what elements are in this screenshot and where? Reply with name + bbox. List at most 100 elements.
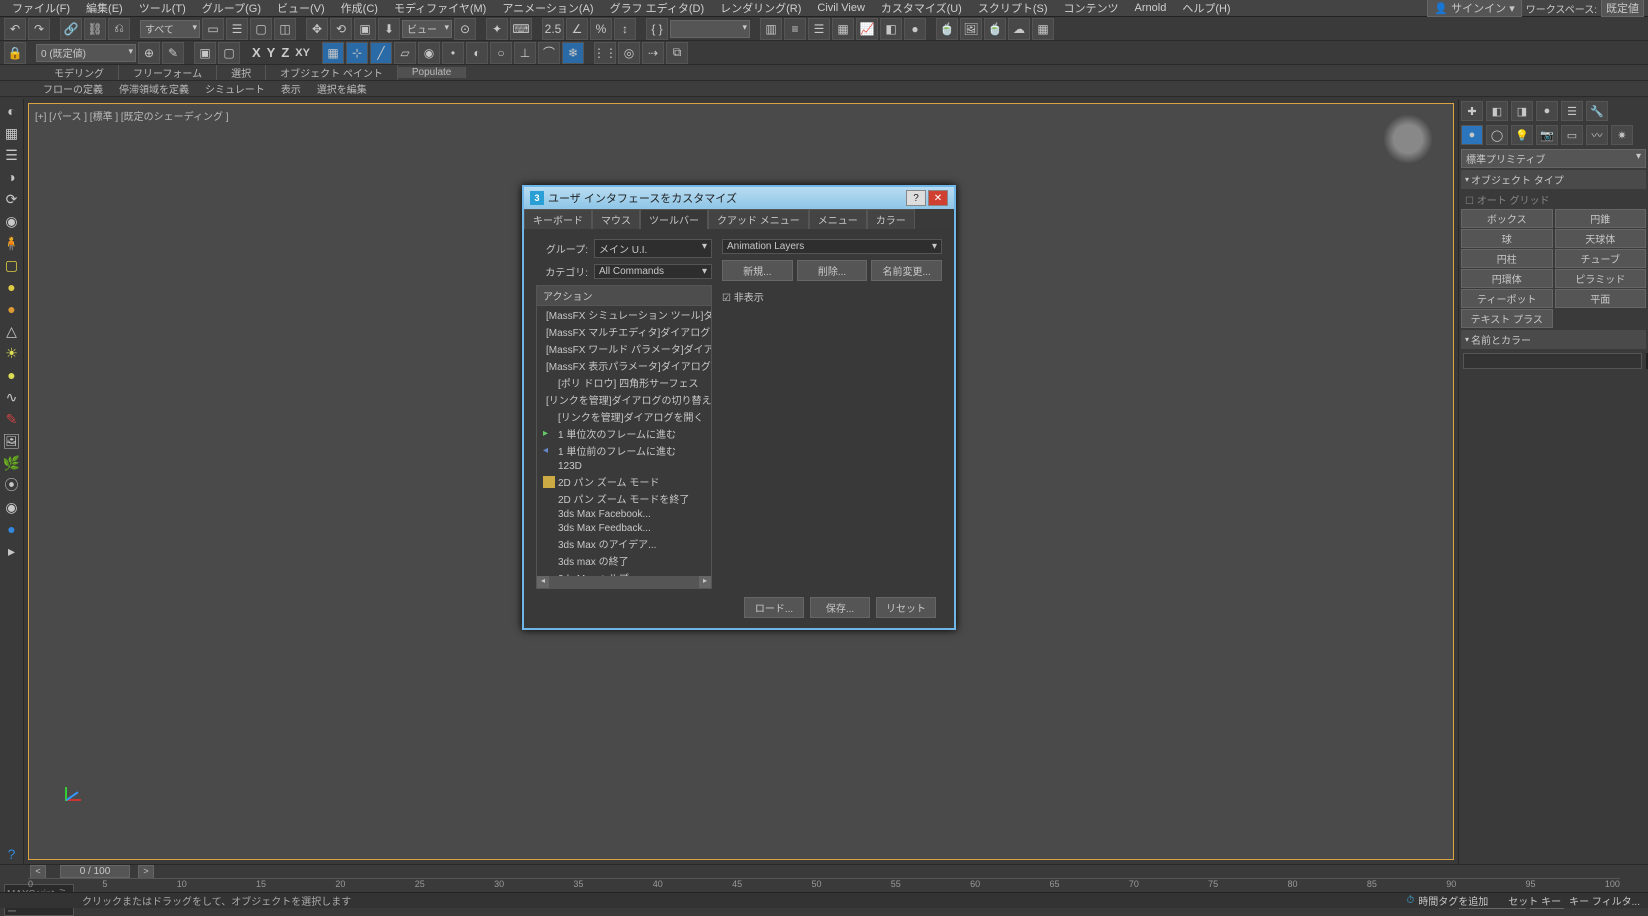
ribbon-tab-populate[interactable]: Populate	[398, 67, 466, 78]
cmd-display-button[interactable]: ☰	[1561, 101, 1583, 121]
time-slider[interactable]: < 0 / 100 >	[0, 865, 1648, 878]
action-list-item[interactable]: 2D パン ズーム モード	[537, 473, 711, 490]
prim-teapot-button[interactable]: ティーポット	[1461, 289, 1553, 308]
snap-vertex-button[interactable]: ⊹	[346, 42, 368, 64]
signin-button[interactable]: 👤 サインイン ▾	[1427, 0, 1521, 17]
menu-modifiers[interactable]: モディファイヤ(M)	[386, 0, 494, 16]
keyfilter-button[interactable]: キー フィルタ...	[1569, 893, 1640, 908]
render-production-button[interactable]: 🍵	[984, 18, 1006, 40]
dlg-tab-menus[interactable]: メニュー	[809, 209, 867, 229]
action-list-item[interactable]: 3ds Max Facebook...	[537, 507, 711, 521]
left-icon-8[interactable]: ▢	[2, 255, 22, 275]
select-manipulate-button[interactable]: ✦	[486, 18, 508, 40]
left-icon-15[interactable]: ✎	[2, 409, 22, 429]
menu-rendering[interactable]: レンダリング(R)	[712, 0, 809, 16]
timetag-icon[interactable]: ⏱	[1406, 895, 1414, 906]
action-list-item[interactable]: [ポリ ドロウ] 四角形サーフェス	[537, 374, 711, 391]
action-list-item[interactable]: ▸1 単位次のフレームに進む	[537, 425, 711, 442]
autogrid-checkbox[interactable]: ☐ オート グリッド	[1461, 191, 1646, 208]
category-dropdown[interactable]: All Commands	[594, 264, 712, 279]
prim-geosphere-button[interactable]: 天球体	[1555, 229, 1647, 248]
left-icon-4[interactable]: ◑	[2, 167, 22, 187]
ribbon-tab-freeform[interactable]: フリーフォーム	[119, 65, 217, 80]
snap-frozen-button[interactable]: ❄	[562, 42, 584, 64]
action-list-item[interactable]: [MassFX シミュレーション ツール]ダイア...	[537, 306, 711, 323]
cmd-hierarchy-button[interactable]: ◨	[1511, 101, 1533, 121]
rendered-frame-button[interactable]: 🖼	[960, 18, 982, 40]
ribbon-tab-modeling[interactable]: モデリング	[40, 65, 119, 80]
name-color-rollout[interactable]: 名前とカラー	[1461, 330, 1646, 349]
left-icon-11[interactable]: △	[2, 321, 22, 341]
dlg-tab-toolbars[interactable]: ツールバー	[640, 209, 708, 229]
cmd-lights-button[interactable]: 💡	[1511, 125, 1533, 145]
select-region-button[interactable]: ▢	[250, 18, 272, 40]
action-list-item[interactable]: 3ds Max Feedback...	[537, 521, 711, 535]
snap-tangent-button[interactable]: ⌒	[538, 42, 560, 64]
toggle-ribbon-button[interactable]: ▦	[832, 18, 854, 40]
menu-tools[interactable]: ツール(T)	[131, 0, 194, 16]
help-icon[interactable]: ?	[2, 844, 22, 864]
dlg-tab-colors[interactable]: カラー	[867, 209, 915, 229]
use-pivot-button[interactable]: ⊙	[454, 18, 476, 40]
select-place-button[interactable]: ⬇	[378, 18, 400, 40]
named-selection-dropdown[interactable]	[670, 20, 750, 38]
cmd-spacewarps-button[interactable]: 〰	[1586, 125, 1608, 145]
setkey-button[interactable]: セット キー	[1508, 893, 1561, 908]
cmd-modify-button[interactable]: ◧	[1486, 101, 1508, 121]
left-icon-5[interactable]: ⟳	[2, 189, 22, 209]
menu-file[interactable]: ファイル(F)	[4, 0, 78, 16]
cmd-geometry-button[interactable]: ●	[1461, 125, 1483, 145]
mirror-button[interactable]: ▥	[760, 18, 782, 40]
left-icon-13[interactable]: ●	[2, 365, 22, 385]
left-icon-7[interactable]: 🧍	[2, 233, 22, 253]
open-a360-button[interactable]: ▦	[1032, 18, 1054, 40]
menu-group[interactable]: グループ(G)	[194, 0, 269, 16]
edit-pivot-button[interactable]: ✎	[162, 42, 184, 64]
action-list-item[interactable]: 3ds max の終了	[537, 552, 711, 569]
spacing-button[interactable]: ⇢	[642, 42, 664, 64]
material-editor-button[interactable]: ●	[904, 18, 926, 40]
menu-animation[interactable]: アニメーション(A)	[494, 0, 601, 16]
unlink-button[interactable]: ⛓	[84, 18, 106, 40]
rename-button[interactable]: 名前変更...	[871, 260, 942, 281]
menu-view[interactable]: ビュー(V)	[269, 0, 333, 16]
target-toolbar-dropdown[interactable]: Animation Layers	[722, 239, 942, 254]
action-list-item[interactable]: ◂1 単位前のフレームに進む	[537, 442, 711, 459]
left-icon-6[interactable]: ◉	[2, 211, 22, 231]
working-pivot-dropdown[interactable]: 0 (既定値)	[36, 44, 136, 62]
cmd-utilities-button[interactable]: 🔧	[1586, 101, 1608, 121]
snap-center-button[interactable]: ○	[490, 42, 512, 64]
viewcube[interactable]	[1383, 114, 1433, 164]
menu-edit[interactable]: 編集(E)	[78, 0, 131, 16]
prim-tube-button[interactable]: チューブ	[1555, 249, 1647, 268]
cmd-cameras-button[interactable]: 📷	[1536, 125, 1558, 145]
left-icon-3[interactable]: ☰	[2, 145, 22, 165]
hide-checkbox[interactable]: ☑ 非表示	[722, 287, 942, 306]
action-list-item[interactable]: 123D	[537, 459, 711, 473]
prim-plane-button[interactable]: 平面	[1555, 289, 1647, 308]
timetag-label[interactable]: 時間タグを追加	[1418, 893, 1488, 908]
prim-sphere-button[interactable]: 球	[1461, 229, 1553, 248]
ribbon-sub-editsel[interactable]: 選択を編集	[309, 81, 375, 96]
menu-arnold[interactable]: Arnold	[1127, 2, 1175, 14]
link-button[interactable]: 🔗	[60, 18, 82, 40]
select-rotate-button[interactable]: ⟲	[330, 18, 352, 40]
axis-z-label[interactable]: Z	[279, 45, 291, 60]
load-button[interactable]: ロード...	[744, 597, 804, 618]
ribbon-tab-objectpaint[interactable]: オブジェクト ペイント	[266, 65, 398, 80]
axis-x-label[interactable]: X	[250, 45, 263, 60]
dlg-tab-quads[interactable]: クアッド メニュー	[708, 209, 809, 229]
left-icon-19[interactable]: ◉	[2, 497, 22, 517]
prim-box-button[interactable]: ボックス	[1461, 209, 1553, 228]
select-object-button[interactable]: ▭	[202, 18, 224, 40]
snap-midpoint-button[interactable]: ◐	[466, 42, 488, 64]
delete-button[interactable]: 削除...	[797, 260, 868, 281]
prim-torus-button[interactable]: 円環体	[1461, 269, 1553, 288]
menu-grapheditors[interactable]: グラフ エディタ(D)	[602, 0, 713, 16]
axis-y-label[interactable]: Y	[265, 45, 278, 60]
action-list-item[interactable]: 3ds Max のアイデア...	[537, 535, 711, 552]
clone-button[interactable]: ⧉	[666, 42, 688, 64]
ribbon-sub-display[interactable]: 表示	[273, 81, 309, 96]
time-prev-button[interactable]: <	[30, 865, 46, 879]
action-list-hscroll[interactable]: ◂▸	[537, 576, 711, 588]
